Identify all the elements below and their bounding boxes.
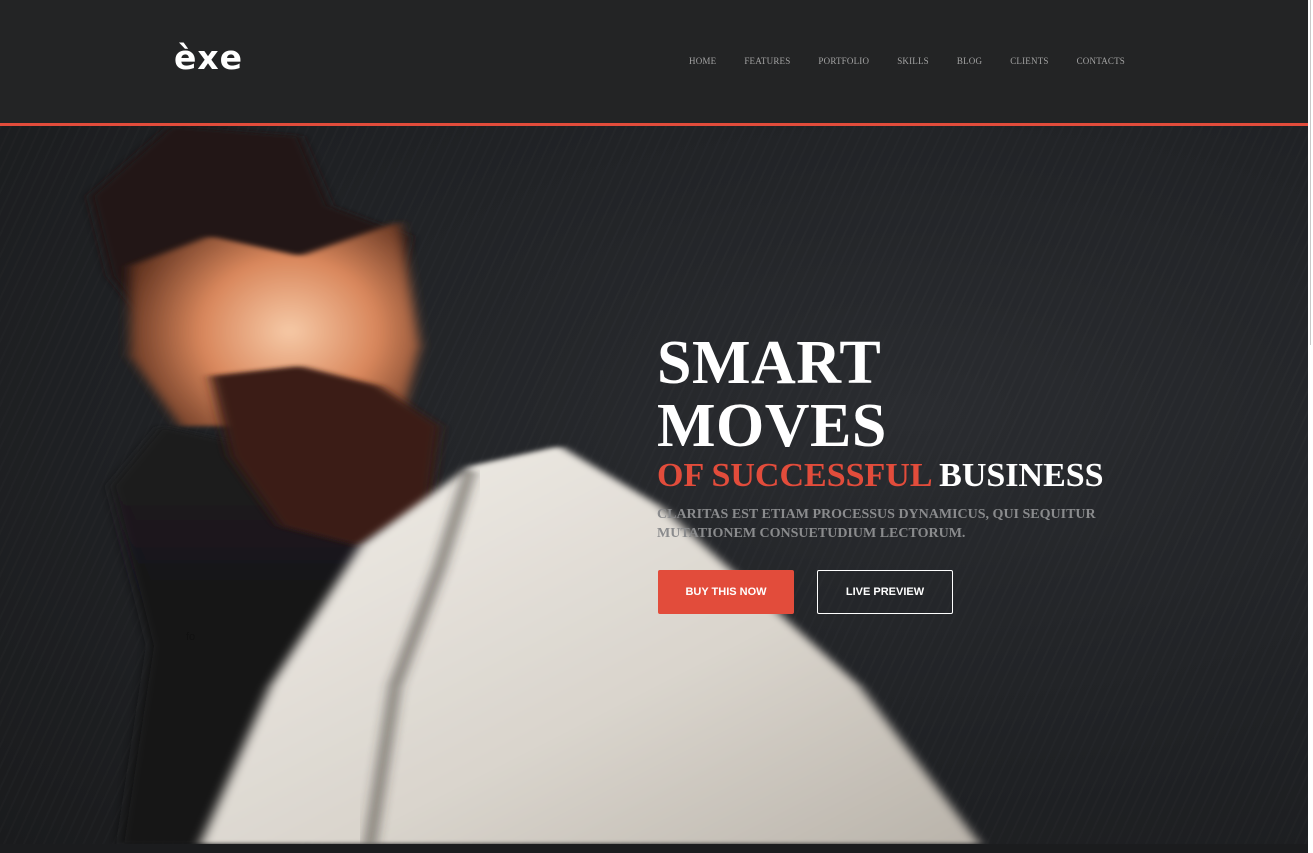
hero-subtext: CLARITAS EST ETIAM PROCESSUS DYNAMICUS, … bbox=[657, 507, 1096, 541]
headline-business-text: BUSINESS bbox=[939, 457, 1104, 494]
nav-item-contacts[interactable]: CONTACTS bbox=[1077, 54, 1125, 68]
site-logo[interactable]: èxe bbox=[174, 38, 243, 78]
headline-line-1: SMART bbox=[657, 329, 882, 397]
hero-section bbox=[0, 126, 1308, 844]
headline-line-3: OF SUCCESSFUL BUSINESS bbox=[657, 456, 1104, 496]
headline-line-2: MOVES bbox=[657, 392, 887, 460]
hero-headline: SMART MOVES OF SUCCESSFUL BUSINESS bbox=[657, 332, 1104, 496]
stray-text: fo bbox=[186, 631, 196, 643]
nav-item-features[interactable]: FEATURES bbox=[744, 54, 790, 68]
main-nav: HOME FEATURES PORTFOLIO SKILLS BLOG CLIE… bbox=[689, 54, 1125, 68]
nav-item-skills[interactable]: SKILLS bbox=[897, 54, 929, 68]
nav-item-clients[interactable]: CLIENTS bbox=[1010, 54, 1048, 68]
site-header: èxe HOME FEATURES PORTFOLIO SKILLS BLOG … bbox=[0, 0, 1308, 123]
hero-photo bbox=[90, 126, 980, 844]
nav-item-home[interactable]: HOME bbox=[689, 54, 716, 68]
nav-item-portfolio[interactable]: PORTFOLIO bbox=[818, 54, 869, 68]
buy-now-button[interactable]: BUY THIS NOW bbox=[658, 570, 794, 614]
live-preview-button[interactable]: LIVE PREVIEW bbox=[817, 570, 953, 614]
headline-accent-text: OF SUCCESSFUL bbox=[657, 457, 931, 494]
bottom-strip bbox=[0, 844, 1313, 853]
nav-item-blog[interactable]: BLOG bbox=[957, 54, 982, 68]
scrollbar-thumb[interactable] bbox=[1310, 0, 1311, 345]
